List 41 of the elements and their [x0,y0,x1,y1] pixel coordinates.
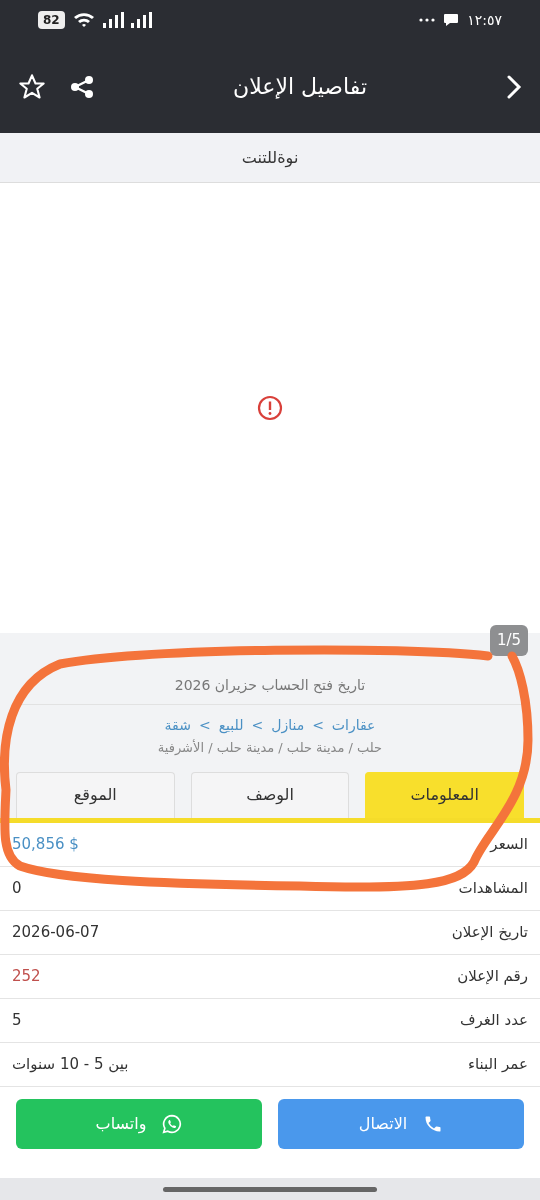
star-icon[interactable] [18,72,46,101]
back-icon[interactable] [506,73,522,100]
home-indicator[interactable] [163,1186,377,1192]
breadcrumb-link[interactable]: شقة [164,717,191,733]
detail-value: 2026-06-07 [12,921,100,943]
battery-icon: 82 [38,11,65,29]
detail-value: 5 [12,1009,22,1031]
tab[interactable]: الموقع [16,771,175,818]
detail-value: $ 50,856 [12,833,79,855]
share-icon[interactable] [70,74,94,99]
tab[interactable]: المعلومات [365,771,524,818]
detail-label: عدد الغرف [459,1009,528,1031]
call-button[interactable]: الاتصال [278,1098,524,1149]
detail-label: رقم الإعلان [457,965,528,987]
breadcrumb-separator: > [198,717,211,733]
location-text: حلب / مدينة حلب / مدينة حلب / الأشرفية [157,740,383,755]
subtitle-text: نوةللتنت [241,146,299,170]
whatsapp-button[interactable]: واتساب [16,1098,262,1149]
tab[interactable]: الوصف [190,771,350,818]
more-icon [419,18,436,22]
detail-label: السعر [490,833,528,855]
wifi-icon [72,12,95,28]
breadcrumb-separator: > [251,717,264,733]
detail-value: بين 5 - 10 سنوات [12,1053,129,1075]
clock-text: ١٢:٥٧ [467,10,502,30]
breadcrumb-link[interactable]: للبيع [218,717,244,733]
chat-bubble-icon [162,1113,183,1134]
account-date-text: تاريخ فتح الحساب حزيران 2026 [174,677,366,693]
detail-label: المشاهدات [458,877,528,899]
chat-icon [443,13,460,27]
image-counter: 1/5 [490,625,529,656]
signal-icon [102,12,153,28]
detail-value: 252 [12,965,41,987]
breadcrumb-link[interactable]: منازل [271,717,305,733]
breadcrumb-separator: > [312,717,324,733]
detail-label: عمر البناء [467,1053,528,1075]
error-icon [257,395,283,421]
breadcrumb-link[interactable]: عقارات [331,717,376,733]
detail-label: تاريخ الإعلان [451,921,528,943]
detail-value: 0 [12,877,22,899]
page-title: تفاصيل الإعلان [233,73,367,101]
